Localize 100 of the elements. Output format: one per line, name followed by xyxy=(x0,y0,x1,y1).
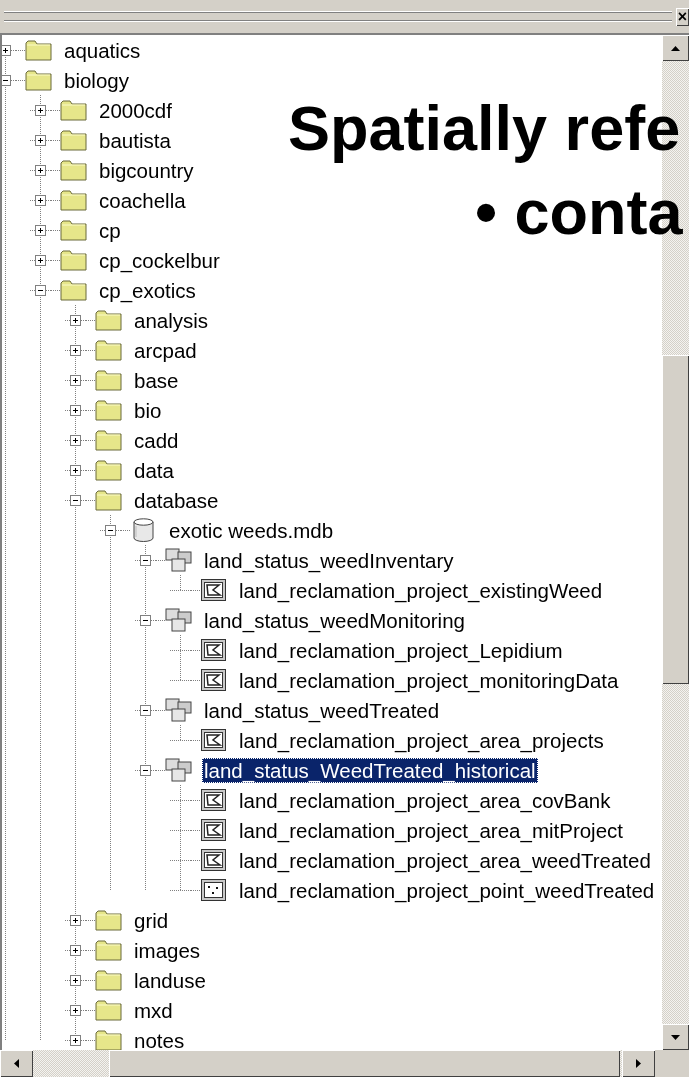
tree-item[interactable]: cp_cockelbur xyxy=(97,247,222,273)
folder-icon xyxy=(60,249,87,271)
expand-toggle[interactable] xyxy=(69,464,81,476)
tree-item[interactable]: mxd xyxy=(132,997,175,1023)
grip-bar[interactable] xyxy=(4,11,672,22)
tree-item[interactable]: land_reclamation_project_existingWeed xyxy=(237,577,605,603)
expand-toggle[interactable] xyxy=(69,1004,81,1016)
expand-toggle[interactable] xyxy=(69,434,81,446)
folder-icon xyxy=(95,339,122,361)
expand-toggle[interactable] xyxy=(69,974,81,986)
tree-item[interactable]: notes xyxy=(132,1027,187,1050)
point-layer-icon xyxy=(200,878,227,902)
down-arrow-icon xyxy=(671,1034,680,1040)
collapse-toggle[interactable] xyxy=(2,74,11,86)
collapse-toggle[interactable] xyxy=(139,704,151,716)
tree-item[interactable]: land_reclamation_project_area_weedTreated xyxy=(237,847,653,873)
tree-item[interactable]: aquatics xyxy=(62,37,143,63)
tree-item[interactable]: analysis xyxy=(132,307,211,333)
close-button[interactable]: × xyxy=(676,7,689,26)
tree-item[interactable]: land_status_weedMonitoring xyxy=(202,607,467,633)
collapse-toggle[interactable] xyxy=(139,614,151,626)
polygon-layer-icon xyxy=(200,638,227,662)
scroll-left-button[interactable] xyxy=(0,1050,33,1077)
vertical-scroll-thumb[interactable] xyxy=(662,355,689,684)
tree-item[interactable]: land_reclamation_project_monitoringData xyxy=(237,667,621,693)
folder-icon xyxy=(95,459,122,481)
horizontal-scroll-thumb[interactable] xyxy=(109,1050,620,1077)
tree-item[interactable]: bio xyxy=(132,397,164,423)
left-arrow-icon xyxy=(14,1059,19,1068)
tree-item[interactable]: cp xyxy=(97,217,123,243)
folder-icon xyxy=(60,99,87,121)
folder-icon xyxy=(95,909,122,931)
folder-icon xyxy=(95,309,122,331)
tree-item[interactable]: land_reclamation_project_Lepidium xyxy=(237,637,565,663)
feature-dataset-icon xyxy=(165,698,192,722)
slide-heading: Spatially refe xyxy=(288,92,681,164)
polygon-layer-icon xyxy=(200,728,227,752)
expand-toggle[interactable] xyxy=(69,404,81,416)
collapse-toggle[interactable] xyxy=(139,764,151,776)
tree-item[interactable]: database xyxy=(132,487,221,513)
polygon-layer-icon xyxy=(200,818,227,842)
expand-toggle[interactable] xyxy=(34,134,46,146)
right-arrow-icon xyxy=(636,1059,641,1068)
tree-item[interactable]: land_status_weedInventary xyxy=(202,547,456,573)
tree-item[interactable]: grid xyxy=(132,907,171,933)
tree-item[interactable]: coachella xyxy=(97,187,188,213)
scroll-right-button[interactable] xyxy=(622,1050,655,1077)
up-arrow-icon xyxy=(671,45,680,51)
collapse-toggle[interactable] xyxy=(139,554,151,566)
expand-toggle[interactable] xyxy=(34,164,46,176)
scroll-up-button[interactable] xyxy=(662,35,689,61)
tree-item[interactable]: land_reclamation_project_area_projects xyxy=(237,727,606,753)
tree-item[interactable]: land_status_WeedTreated_historical xyxy=(202,757,538,783)
expand-toggle[interactable] xyxy=(69,944,81,956)
expand-toggle[interactable] xyxy=(34,224,46,236)
tree-item[interactable]: images xyxy=(132,937,203,963)
expand-toggle[interactable] xyxy=(69,314,81,326)
expand-toggle[interactable] xyxy=(69,374,81,386)
slide-bullet-text: • conta xyxy=(475,176,683,248)
tree-item[interactable]: land_status_weedTreated xyxy=(202,697,442,723)
tree-item[interactable]: biology xyxy=(62,67,131,93)
expand-toggle[interactable] xyxy=(69,344,81,356)
tree-item[interactable]: exotic weeds.mdb xyxy=(167,517,336,543)
folder-icon xyxy=(95,939,122,961)
folder-icon xyxy=(95,399,122,421)
folder-icon xyxy=(95,969,122,991)
collapse-toggle[interactable] xyxy=(69,494,81,506)
expand-toggle[interactable] xyxy=(34,104,46,116)
expand-toggle[interactable] xyxy=(34,194,46,206)
database-icon xyxy=(130,518,157,542)
tree-item[interactable]: landuse xyxy=(132,967,208,993)
scroll-down-button[interactable] xyxy=(662,1024,689,1050)
folder-icon xyxy=(25,69,52,91)
tree-item[interactable]: 2000cdf xyxy=(97,97,174,123)
expand-toggle[interactable] xyxy=(69,1034,81,1046)
expand-toggle[interactable] xyxy=(34,254,46,266)
tree-item[interactable]: arcpad xyxy=(132,337,199,363)
folder-icon xyxy=(60,159,87,181)
tree-item[interactable]: base xyxy=(132,367,181,393)
folder-icon xyxy=(95,369,122,391)
expand-toggle[interactable] xyxy=(2,44,11,56)
tree-item[interactable]: land_reclamation_project_area_mitProject xyxy=(237,817,625,843)
polygon-layer-icon xyxy=(200,788,227,812)
feature-dataset-icon xyxy=(165,548,192,572)
expand-toggle[interactable] xyxy=(69,914,81,926)
folder-icon xyxy=(95,429,122,451)
tree-item[interactable]: land_reclamation_project_point_weedTreated xyxy=(237,877,657,903)
feature-dataset-icon xyxy=(165,758,192,782)
collapse-toggle[interactable] xyxy=(104,524,116,536)
feature-dataset-icon xyxy=(165,608,192,632)
folder-icon xyxy=(60,279,87,301)
folder-icon xyxy=(25,39,52,61)
tree-item[interactable]: land_reclamation_project_area_covBank xyxy=(237,787,613,813)
tree-item[interactable]: bautista xyxy=(97,127,173,153)
tree-item[interactable]: cp_exotics xyxy=(97,277,198,303)
collapse-toggle[interactable] xyxy=(34,284,46,296)
polygon-layer-icon xyxy=(200,578,227,602)
tree-item[interactable]: data xyxy=(132,457,176,483)
tree-item[interactable]: bigcountry xyxy=(97,157,196,183)
tree-item[interactable]: cadd xyxy=(132,427,181,453)
